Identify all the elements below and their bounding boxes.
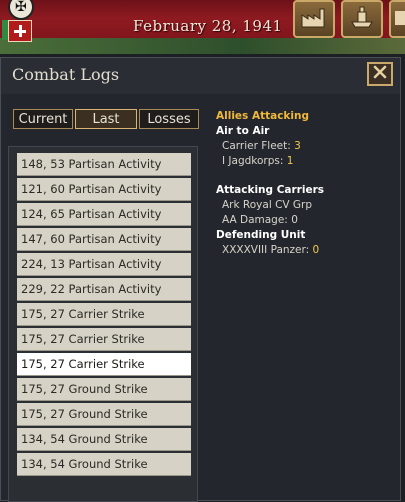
building-icon	[393, 7, 405, 31]
defending-unit-title: Defending Unit	[216, 229, 306, 241]
log-item[interactable]: 121, 60 Partisan Activity	[17, 178, 191, 201]
attacking-carriers-title: Attacking Carriers	[216, 184, 324, 196]
carrier-fleet-value: 3	[294, 140, 301, 152]
log-item[interactable]: 175, 27 Ground Strike	[17, 403, 191, 426]
panel-header: Combat Logs	[1, 58, 400, 94]
carrier-group: Ark Royal CV Grp	[222, 199, 313, 211]
log-item[interactable]: 229, 22 Partisan Activity	[17, 278, 191, 301]
log-item[interactable]: 148, 53 Partisan Activity	[17, 153, 191, 176]
log-item[interactable]: 147, 60 Partisan Activity	[17, 228, 191, 251]
log-item[interactable]: 175, 27 Carrier Strike	[17, 303, 191, 326]
air-to-air-title: Air to Air	[216, 125, 270, 137]
nation-flag[interactable]	[2, 20, 32, 42]
combat-logs-panel: Combat Logs Current Last Losses 148, 53 …	[0, 57, 401, 502]
map-strip	[0, 38, 405, 54]
log-item[interactable]: 134, 54 Ground Strike	[17, 453, 191, 476]
ship-icon	[348, 4, 376, 34]
aa-damage-label: AA Damage:	[222, 214, 288, 226]
details-heading: Allies Attacking	[216, 110, 309, 122]
factory-icon	[300, 5, 328, 33]
log-item[interactable]: 134, 54 Ground Strike	[17, 428, 191, 451]
combat-details: Allies Attacking Air to Air Carrier Flee…	[216, 109, 324, 258]
navy-button[interactable]	[341, 0, 383, 38]
combat-log-list[interactable]: 148, 53 Partisan Activity 121, 60 Partis…	[8, 146, 198, 502]
tab-current[interactable]: Current	[13, 109, 73, 129]
aa-damage-line: AA Damage: 0	[216, 213, 324, 228]
close-icon	[372, 64, 388, 84]
carrier-fleet-line: Carrier Fleet: 3	[216, 139, 324, 154]
production-button[interactable]	[293, 0, 335, 38]
date-display: February 28, 1941	[133, 17, 283, 35]
log-item[interactable]: 175, 27 Ground Strike	[17, 378, 191, 401]
log-item-selected[interactable]: 175, 27 Carrier Strike	[17, 353, 191, 376]
close-button[interactable]	[367, 62, 393, 86]
aa-damage-value: 0	[291, 214, 298, 226]
log-item[interactable]: 124, 65 Partisan Activity	[17, 203, 191, 226]
more-button[interactable]	[389, 0, 405, 38]
jagdkorps-label: I Jagdkorps:	[222, 155, 284, 167]
tab-losses[interactable]: Losses	[139, 109, 199, 129]
log-item[interactable]: 175, 27 Carrier Strike	[17, 328, 191, 351]
log-item[interactable]: 224, 13 Partisan Activity	[17, 253, 191, 276]
jagdkorps-value: 1	[286, 155, 294, 167]
carrier-fleet-label: Carrier Fleet:	[222, 140, 291, 152]
defending-unit-value: 0	[312, 244, 320, 256]
panel-title: Combat Logs	[12, 65, 120, 84]
tab-last[interactable]: Last	[75, 109, 137, 129]
defending-unit-label: XXXXVIII Panzer:	[222, 244, 310, 256]
defending-unit-line: XXXXVIII Panzer: 0	[216, 243, 324, 258]
jagdkorps-line: I Jagdkorps: 1	[216, 154, 324, 169]
